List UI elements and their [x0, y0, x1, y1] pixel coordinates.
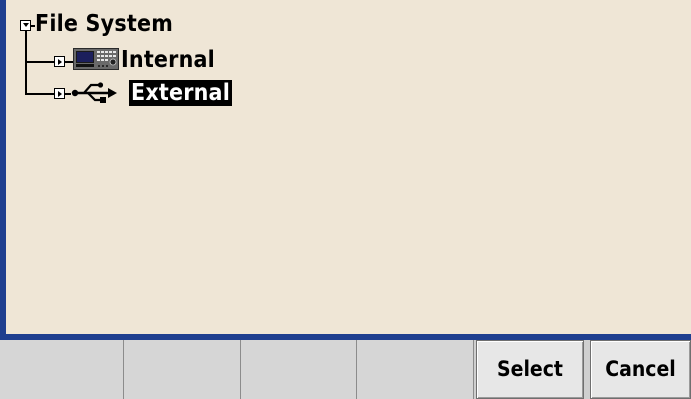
- expand-collapse-icon[interactable]: [20, 20, 31, 31]
- softkey-1[interactable]: [0, 340, 124, 399]
- softkey-bar: Select Cancel: [0, 340, 691, 399]
- tree-connector: [25, 61, 54, 63]
- select-button[interactable]: Select: [476, 340, 584, 399]
- instrument-icon: [73, 48, 119, 70]
- tree-connector: [25, 93, 54, 95]
- expand-icon[interactable]: [54, 56, 65, 67]
- softkey-4[interactable]: [357, 340, 474, 399]
- tree-connector: [65, 61, 73, 63]
- select-button-label: Select: [497, 357, 563, 381]
- tree-item-internal-label[interactable]: Internal: [121, 47, 215, 73]
- file-browser-screen: File System Internal External Select Can…: [0, 0, 691, 399]
- tree-item-external-label[interactable]: External: [129, 80, 233, 106]
- file-tree: File System Internal External: [6, 0, 691, 334]
- tree-root-label[interactable]: File System: [35, 11, 173, 37]
- cancel-button-label: Cancel: [605, 357, 676, 381]
- file-tree-panel: File System Internal External: [0, 0, 691, 340]
- softkey-3[interactable]: [241, 340, 357, 399]
- softkey-2[interactable]: [124, 340, 241, 399]
- expand-icon[interactable]: [54, 88, 65, 99]
- usb-icon: [71, 82, 117, 103]
- cancel-button[interactable]: Cancel: [590, 340, 691, 399]
